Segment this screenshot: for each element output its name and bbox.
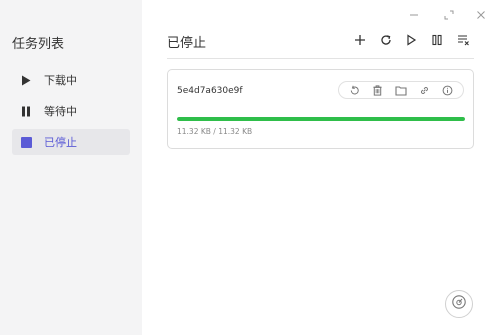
sidebar-item-label: 等待中	[44, 105, 77, 118]
close-icon[interactable]	[475, 6, 487, 19]
link-icon[interactable]	[418, 84, 430, 96]
add-icon[interactable]	[353, 33, 367, 47]
refresh-icon[interactable]	[379, 33, 393, 47]
task-actions	[338, 81, 464, 99]
info-icon[interactable]	[441, 84, 453, 96]
stop-square-icon	[20, 136, 32, 148]
pause-icon	[20, 105, 32, 117]
pause-icon[interactable]	[430, 33, 444, 47]
play-icon	[20, 74, 32, 86]
clear-list-icon[interactable]	[456, 33, 470, 47]
header-divider	[167, 58, 474, 59]
delete-icon[interactable]	[372, 84, 384, 96]
sidebar-item-waiting[interactable]: 等待中	[12, 98, 130, 124]
minimize-icon[interactable]	[408, 6, 420, 18]
sidebar-item-label: 已停止	[44, 136, 77, 149]
sidebar-item-label: 下载中	[44, 74, 77, 87]
sidebar-title: 任务列表	[12, 37, 65, 52]
progress-fill	[177, 117, 465, 121]
sidebar-item-stopped[interactable]: 已停止	[12, 129, 130, 155]
page-title: 已停止	[167, 36, 207, 51]
play-icon[interactable]	[404, 33, 418, 47]
sidebar-item-downloading[interactable]: 下载中	[12, 67, 130, 93]
speed-limit-button[interactable]	[445, 290, 473, 318]
progress-bar	[177, 117, 465, 121]
restart-icon[interactable]	[349, 84, 361, 96]
maximize-icon[interactable]	[443, 6, 455, 20]
task-card[interactable]: 5e4d7a630e9f 11.32 KB / 11.32 KB	[167, 69, 474, 149]
size-text: 11.32 KB / 11.32 KB	[177, 127, 253, 136]
task-name: 5e4d7a630e9f	[177, 86, 243, 96]
speedometer-icon	[451, 294, 467, 314]
folder-icon[interactable]	[395, 84, 407, 96]
sidebar: 任务列表 下载中 等待中 已停止	[0, 0, 142, 335]
